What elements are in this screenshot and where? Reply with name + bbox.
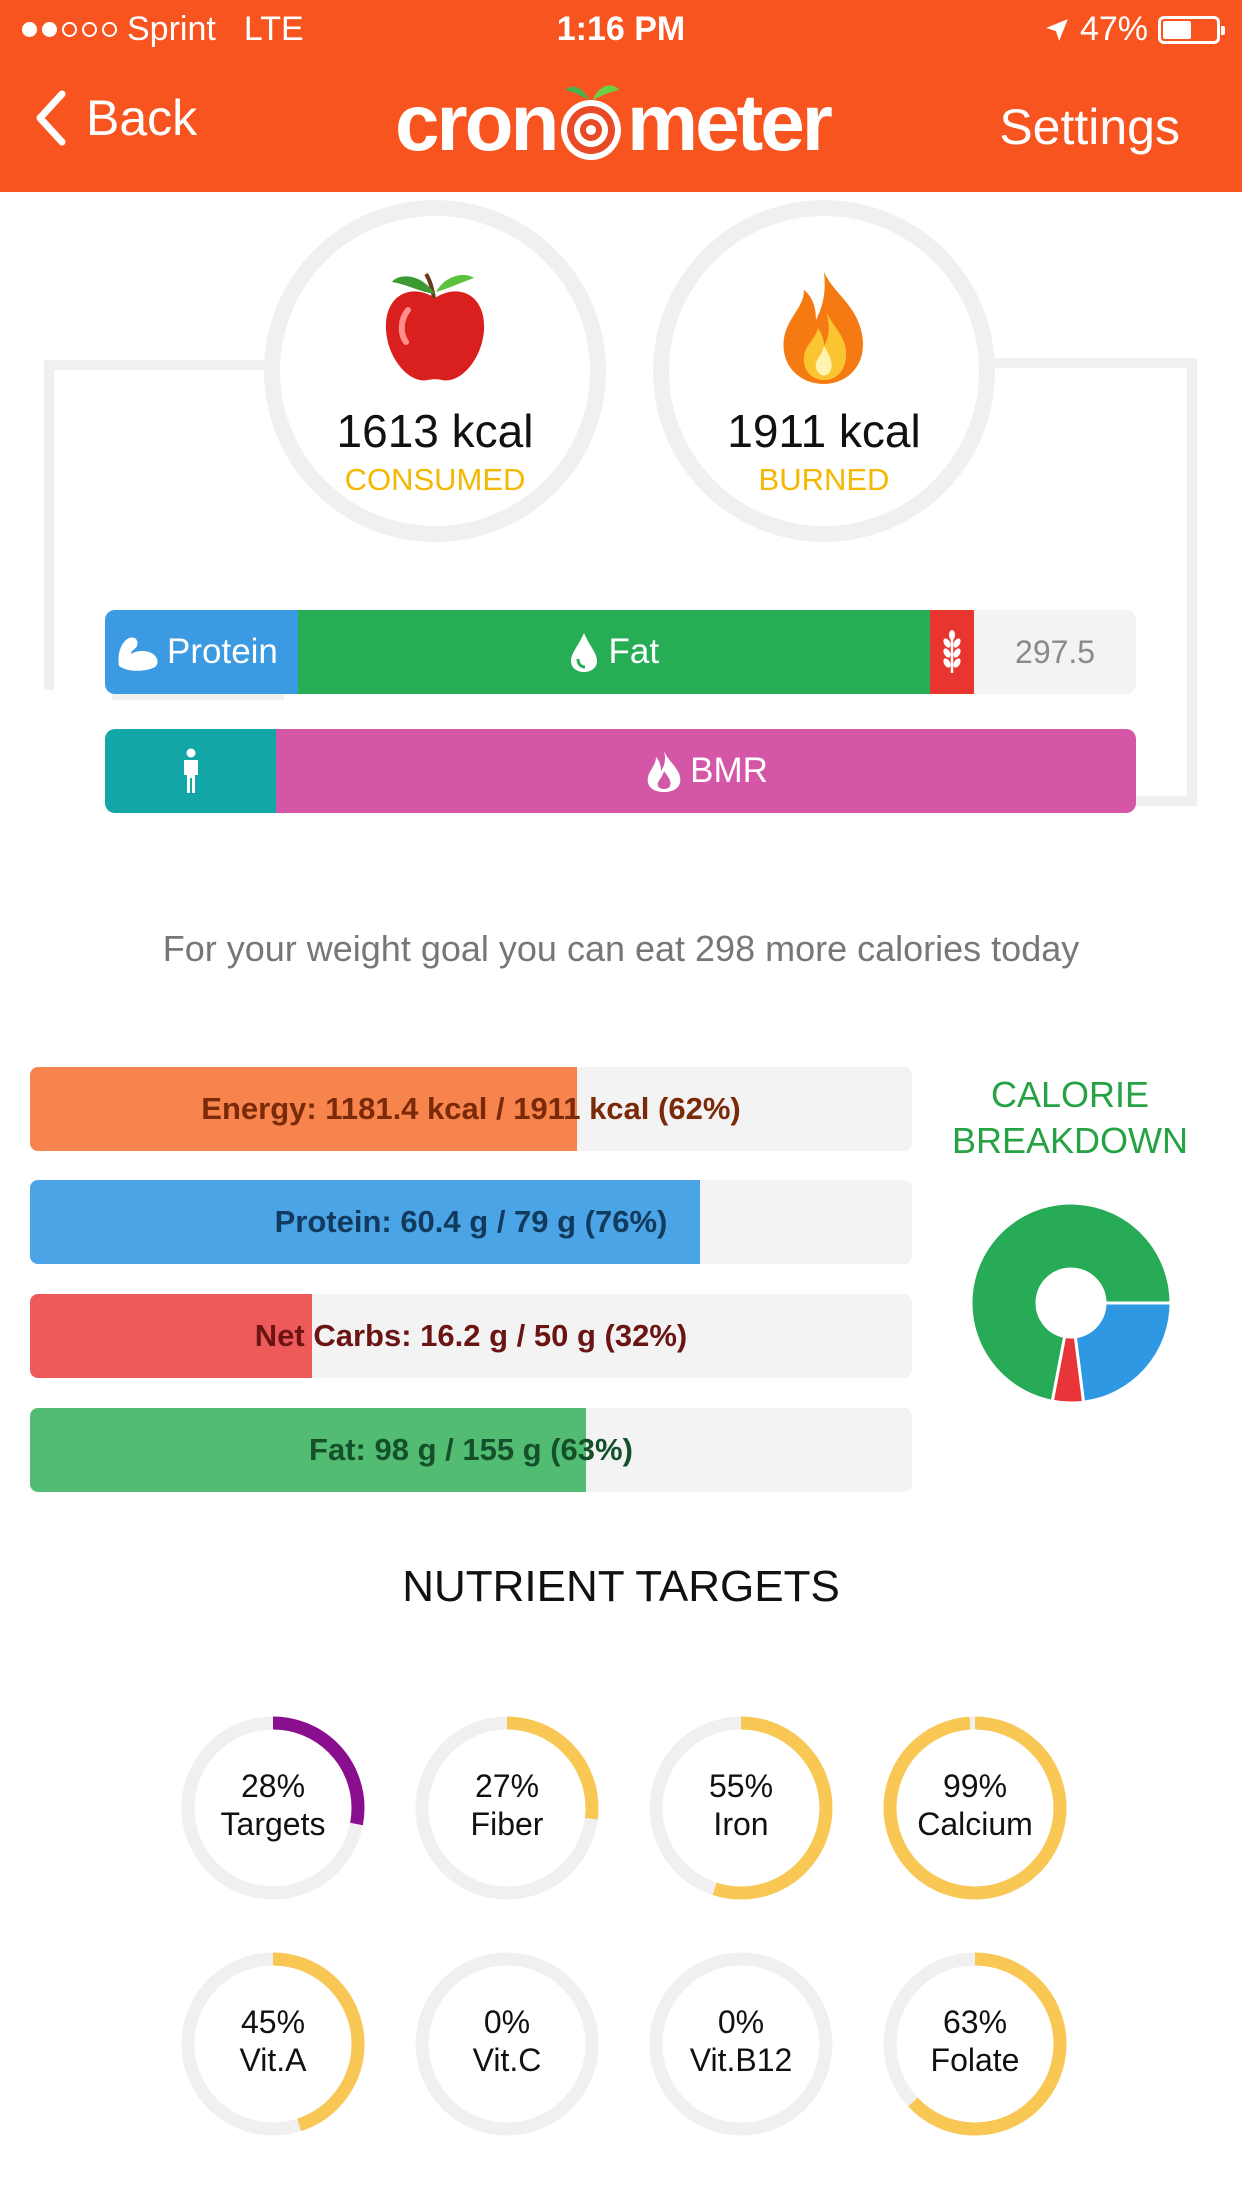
flexed-arm-icon [118, 637, 158, 671]
burned-circle[interactable]: 1911 kcal BURNED [653, 200, 995, 542]
nutrient-name: Vit.A [239, 2042, 307, 2078]
fat-label: Fat [608, 632, 660, 671]
nutrient-ring[interactable]: 45% Vit.A [175, 1946, 371, 2142]
remaining-segment: 297.5 [974, 610, 1136, 694]
nutrient-percent: 0% [717, 2004, 765, 2040]
nutrient-targets-title: NUTRIENT TARGETS [402, 1562, 840, 1611]
target-bar[interactable]: Protein: 60.4 g / 79 g (76%) [30, 1180, 912, 1264]
nutrient-ring[interactable]: 0% Vit.C [409, 1946, 605, 2142]
remaining-value: 297.5 [1015, 633, 1096, 670]
target-bar-label: Energy: 1181.4 kcal / 1911 kcal (62%) [201, 1091, 741, 1126]
droplet-icon [570, 633, 597, 672]
nutrient-percent: 63% [942, 2004, 1008, 2040]
target-bar-label: Protein: 60.4 g / 79 g (76%) [274, 1204, 668, 1239]
target-bar[interactable]: Energy: 1181.4 kcal / 1911 kcal (62%) [30, 1067, 912, 1151]
calorie-breakdown-donut[interactable] [968, 1200, 1174, 1406]
consumed-macro-bar[interactable]: Protein Fat 297.5 [105, 610, 1136, 694]
bmr-label: BMR [690, 751, 768, 790]
nutrient-percent: 55% [708, 1768, 774, 1804]
nutrient-name: Folate [930, 2042, 1020, 2078]
bmr-segment: BMR [276, 729, 1136, 813]
activity-segment [105, 729, 277, 813]
nutrient-percent: 27% [474, 1768, 540, 1804]
nutrient-ring[interactable]: 0% Vit.B12 [643, 1946, 839, 2142]
nutrient-percent: 99% [942, 1768, 1008, 1804]
target-bar-label: Fat: 98 g / 155 g (63%) [309, 1432, 633, 1467]
burned-label: BURNED [758, 462, 890, 497]
nutrient-ring[interactable]: 55% Iron [643, 1710, 839, 1906]
nutrient-percent: 45% [240, 2004, 306, 2040]
burned-breakdown-bar[interactable]: BMR [105, 729, 1136, 813]
protein-label: Protein [167, 632, 278, 671]
consumed-label: CONSUMED [344, 462, 526, 497]
carbs-segment [929, 610, 975, 694]
back-button[interactable]: Back [32, 88, 197, 148]
calorie-breakdown-title-line2: BREAKDOWN [951, 1120, 1189, 1161]
svg-text:cron: cron [395, 78, 556, 167]
back-label: Back [86, 90, 198, 146]
bracket-cover-top-left [40, 690, 112, 710]
status-right: 47% [1044, 10, 1225, 49]
nutrient-ring[interactable]: 28% Targets [175, 1710, 371, 1906]
battery-percent: 47% [1079, 10, 1148, 48]
burned-value: 1911 kcal [727, 405, 921, 457]
wheat-icon [943, 630, 961, 673]
donut-slice [1073, 1301, 1173, 1404]
nutrient-name: Fiber [470, 1806, 544, 1842]
cronometer-logo: cron meter [395, 78, 835, 167]
location-arrow-icon [1046, 18, 1068, 41]
nutrient-percent: 0% [483, 2004, 531, 2040]
settings-button[interactable]: Settings [999, 98, 1180, 156]
flame-icon [669, 268, 979, 393]
target-bar[interactable]: Fat: 98 g / 155 g (63%) [30, 1408, 912, 1492]
app-logo: cron meter cronometer [395, 78, 855, 167]
nutrient-name: Vit.B12 [689, 2042, 793, 2078]
target-bar-label: Net Carbs: 16.2 g / 50 g (32%) [254, 1318, 688, 1353]
person-icon [183, 748, 198, 793]
nutrient-name: Calcium [917, 1806, 1033, 1842]
weight-goal-message: For your weight goal you can eat 298 mor… [162, 928, 1080, 969]
flame-outline-icon [647, 751, 681, 792]
consumed-value: 1613 kcal [336, 405, 534, 457]
nutrient-ring[interactable]: 63% Folate [877, 1946, 1073, 2142]
apple-icon [280, 268, 590, 393]
calorie-breakdown-title-line1: CALORIE [990, 1074, 1150, 1115]
nutrient-percent: 28% [240, 1768, 306, 1804]
calorie-breakdown-title: CALORIE BREAKDOWN [935, 1072, 1205, 1164]
chevron-left-icon [36, 90, 66, 146]
battery-icon [1158, 15, 1225, 44]
nutrient-ring[interactable]: 99% Calcium [877, 1710, 1073, 1906]
nutrient-name: Iron [713, 1806, 769, 1842]
nutrient-ring[interactable]: 27% Fiber [409, 1710, 605, 1906]
target-bar[interactable]: Net Carbs: 16.2 g / 50 g (32%) [30, 1294, 912, 1378]
protein-segment: Protein [105, 610, 298, 694]
nutrient-name: Vit.C [472, 2042, 542, 2078]
consumed-circle[interactable]: 1613 kcal CONSUMED [264, 200, 606, 542]
fat-segment: Fat [297, 610, 930, 694]
svg-text:meter: meter [627, 78, 832, 167]
nutrient-name: Targets [220, 1806, 326, 1842]
status-bar: Sprint LTE 1:16 PM 47% [0, 0, 1242, 62]
app-header: Sprint LTE 1:16 PM 47% Back cron meter S… [0, 0, 1242, 192]
